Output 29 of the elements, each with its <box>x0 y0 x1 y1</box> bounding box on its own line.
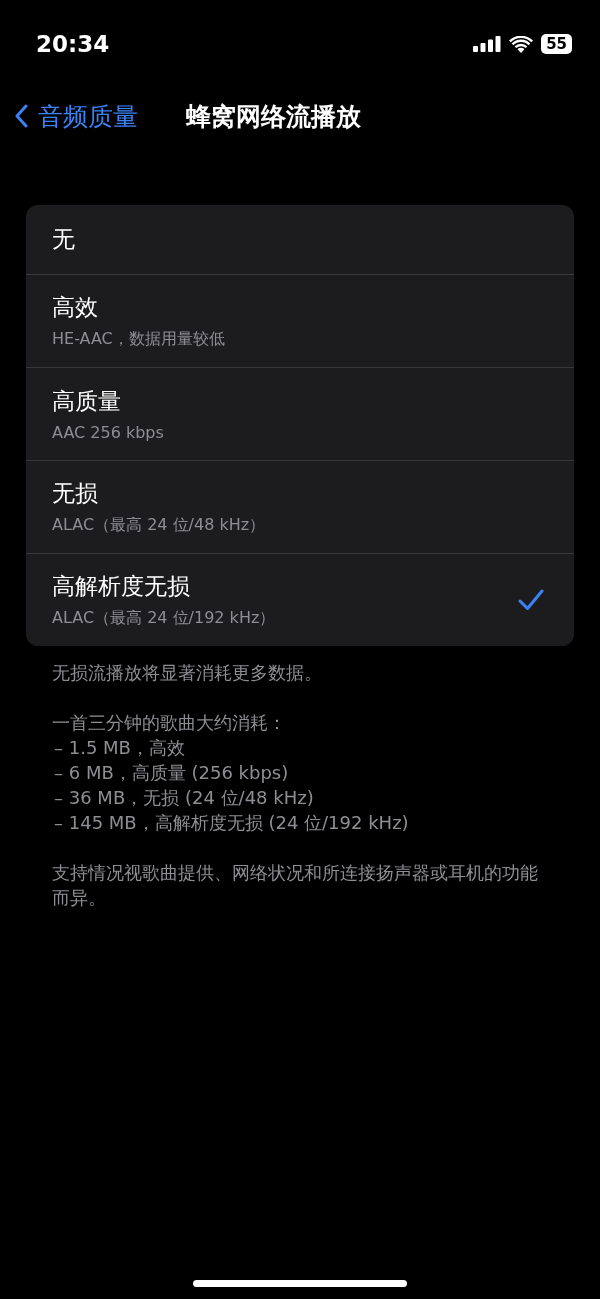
option-subtitle: ALAC（最高 24 位/48 kHz） <box>52 515 266 536</box>
usage-heading: 一首三分钟的歌曲大约消耗： <box>52 711 287 735</box>
footer-note: 无损流播放将显著消耗更多数据。 <box>52 661 323 685</box>
usage-line: – 36 MB，无损 (24 位/48 kHz) <box>53 786 315 810</box>
option-subtitle: ALAC（最高 24 位/192 kHz） <box>52 608 276 629</box>
option-title: 无损 <box>52 479 99 508</box>
status-time: 20:34 <box>36 31 110 57</box>
option-title: 高效 <box>52 293 99 322</box>
option-row[interactable]: 无 <box>26 205 574 275</box>
option-title: 高解析度无损 <box>52 572 191 601</box>
wifi-icon <box>509 35 534 53</box>
option-row[interactable]: 无损 ALAC（最高 24 位/48 kHz） <box>26 461 574 554</box>
usage-line: – 6 MB，高质量 (256 kbps) <box>53 761 290 785</box>
usage-line: – 145 MB，高解析度无损 (24 位/192 kHz) <box>53 811 410 835</box>
checkmark-icon <box>518 589 544 611</box>
option-title: 高质量 <box>52 387 122 416</box>
chevron-left-icon <box>14 104 28 128</box>
option-subtitle: HE-AAC，数据用量较低 <box>52 329 225 350</box>
option-row[interactable]: 高解析度无损 ALAC（最高 24 位/192 kHz） <box>26 554 574 646</box>
battery-indicator: 55 <box>541 34 572 54</box>
option-subtitle: AAC 256 kbps <box>52 423 164 442</box>
option-row[interactable]: 高质量 AAC 256 kbps <box>26 368 574 461</box>
usage-line: – 1.5 MB，高效 <box>53 736 186 760</box>
option-row[interactable]: 高效 HE-AAC，数据用量较低 <box>26 275 574 368</box>
signal-icon <box>473 36 502 52</box>
back-button[interactable]: 音频质量 <box>14 99 138 133</box>
page-title: 蜂窝网络流播放 <box>186 100 361 133</box>
support-note: 支持情况视歌曲提供、网络状况和所连接扬声器或耳机的功能而异。 <box>52 861 539 910</box>
option-title: 无 <box>52 225 75 254</box>
